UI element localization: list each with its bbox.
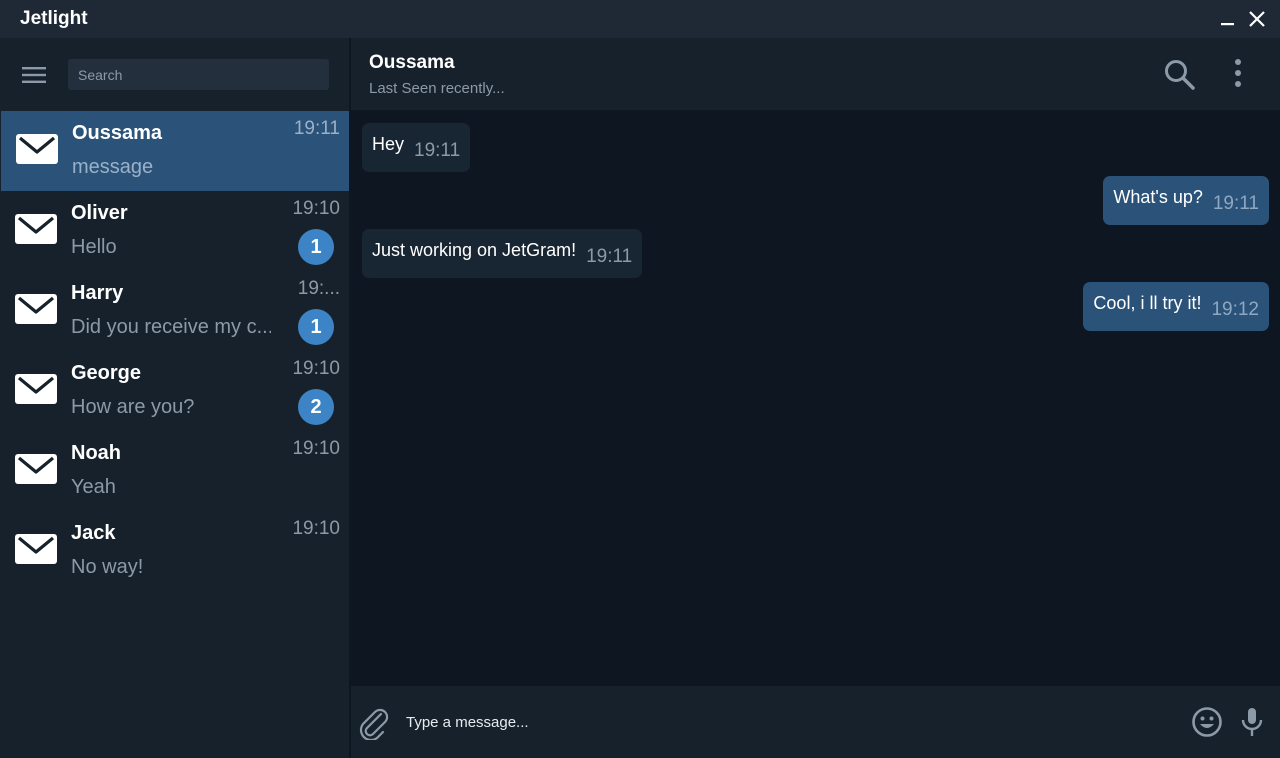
hamburger-menu-icon xyxy=(22,67,46,83)
chat-header: Oussama Last Seen recently... xyxy=(351,38,1280,110)
chat-list: Oussama message 19:11 Oliver Hello 19:10… xyxy=(0,111,349,591)
message-text: Cool, i ll try it! xyxy=(1093,293,1202,313)
message-text: Hey xyxy=(372,134,405,154)
chat-list-item[interactable]: Oussama message 19:11 xyxy=(1,111,349,191)
microphone-icon xyxy=(1241,708,1263,736)
app-title: Jetlight xyxy=(20,8,88,29)
chat-time: 19:10 xyxy=(292,198,340,219)
message-text: What's up? xyxy=(1113,187,1203,207)
envelope-icon xyxy=(15,134,59,172)
microphone-button[interactable] xyxy=(1240,706,1264,738)
message-text: Just working on JetGram! xyxy=(372,240,577,260)
chat-list-item[interactable]: Jack No way! 19:10 xyxy=(0,511,349,591)
chat-preview: message xyxy=(72,156,154,178)
chat-preview: No way! xyxy=(71,556,144,578)
avatar xyxy=(14,450,58,488)
chat-time: 19:10 xyxy=(292,518,340,539)
envelope-icon xyxy=(14,534,58,572)
chat-list-item[interactable]: Noah Yeah 19:10 xyxy=(0,431,349,511)
attach-button[interactable] xyxy=(357,706,389,742)
search-icon xyxy=(1165,60,1195,90)
avatar xyxy=(15,130,59,168)
message-input[interactable] xyxy=(399,706,1179,738)
unread-badge: 2 xyxy=(298,389,334,425)
avatar xyxy=(14,290,58,328)
peer-name: Oussama xyxy=(369,52,455,73)
more-vertical-icon xyxy=(1235,59,1241,87)
chat-preview: How are you? xyxy=(71,396,195,418)
app-window: Jetlight Search Oussama message 19:11 Ol… xyxy=(0,0,1280,758)
envelope-icon xyxy=(14,294,58,332)
close-button[interactable] xyxy=(1247,9,1267,29)
chat-name: Harry xyxy=(71,282,124,304)
message-time: 19:11 xyxy=(586,245,633,267)
message-time: 19:11 xyxy=(414,139,461,161)
chat-name: Oussama xyxy=(72,122,163,144)
incoming-message[interactable]: Just working on JetGram! 19:11 xyxy=(362,229,643,278)
avatar xyxy=(14,210,58,248)
avatar xyxy=(14,370,58,408)
envelope-icon xyxy=(14,374,58,412)
minimize-icon xyxy=(1221,23,1234,26)
message-area: Hey 19:11 What's up? 19:11 Just working … xyxy=(351,110,1280,686)
more-options-button[interactable] xyxy=(1231,58,1245,90)
envelope-icon xyxy=(14,454,58,492)
emoji-button[interactable] xyxy=(1191,706,1223,738)
title-bar: Jetlight xyxy=(0,0,1280,38)
peer-status: Last Seen recently... xyxy=(369,80,505,97)
menu-button[interactable] xyxy=(22,66,46,84)
smiley-icon xyxy=(1192,707,1222,737)
chat-time: 19:10 xyxy=(292,358,340,379)
chat-time: 19:11 xyxy=(293,118,340,139)
envelope-icon xyxy=(14,214,58,252)
chat-time: 19:10 xyxy=(292,438,340,459)
chat-name: George xyxy=(71,362,142,384)
minimize-button[interactable] xyxy=(1218,9,1238,29)
close-icon xyxy=(1249,11,1265,27)
chat-name: Noah xyxy=(71,442,121,464)
chat-name: Jack xyxy=(71,522,116,544)
message-time: 19:12 xyxy=(1211,298,1259,320)
search-input[interactable] xyxy=(68,59,329,90)
avatar xyxy=(14,530,58,568)
chat-time: 19:... xyxy=(297,278,340,299)
message-composer xyxy=(351,686,1280,758)
chat-list-item[interactable]: George How are you? 19:10 2 xyxy=(0,351,349,431)
chat-preview: Hello xyxy=(71,236,117,258)
unread-badge: 1 xyxy=(298,229,334,265)
chat-preview: Did you receive my c... xyxy=(71,316,271,338)
search-button[interactable] xyxy=(1163,58,1197,92)
outgoing-message[interactable]: What's up? 19:11 xyxy=(1103,176,1269,225)
message-time: 19:11 xyxy=(1212,192,1259,214)
sidebar: Oussama message 19:11 Oliver Hello 19:10… xyxy=(0,38,349,758)
unread-badge: 1 xyxy=(298,309,334,345)
incoming-message[interactable]: Hey 19:11 xyxy=(362,123,471,172)
chat-name: Oliver xyxy=(71,202,128,224)
sidebar-header xyxy=(0,38,349,111)
outgoing-message[interactable]: Cool, i ll try it! 19:12 xyxy=(1083,282,1269,331)
chat-preview: Yeah xyxy=(71,476,116,498)
chat-list-item[interactable]: Harry Did you receive my c... 19:... 1 xyxy=(0,271,349,351)
chat-list-item[interactable]: Oliver Hello 19:10 1 xyxy=(0,191,349,271)
paperclip-icon xyxy=(359,708,389,742)
